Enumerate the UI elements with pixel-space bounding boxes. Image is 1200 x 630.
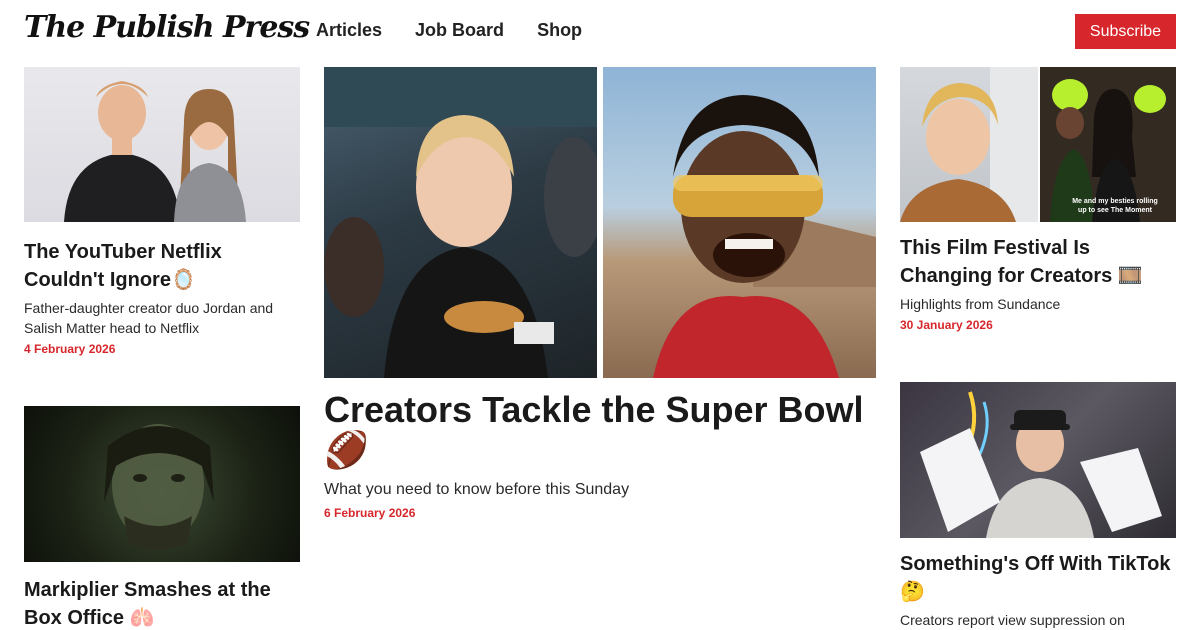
festival-image-caption: Me and my besties rolling up to see The … (1072, 198, 1158, 214)
article-title-markiplier[interactable]: Markiplier Smashes at the Box Office 🫁 (24, 576, 300, 630)
article-card-tiktok[interactable]: Something's Off With TikTok 🤔 Creators r… (900, 382, 1176, 630)
article-date-youtuber: 4 February 2026 (24, 342, 116, 356)
article-subtitle-youtuber: Father-daughter creator duo Jordan and S… (24, 300, 274, 336)
article-title-youtuber[interactable]: The YouTuber Netflix Couldn't Ignore🪞 (24, 238, 300, 294)
nav-shop[interactable]: Shop (537, 20, 582, 41)
article-card-youtuber[interactable]: The YouTuber Netflix Couldn't Ignore🪞 Fa… (24, 67, 300, 356)
article-card-superbowl[interactable]: Creators Tackle the Super Bowl 🏈 What yo… (324, 67, 876, 520)
article-card-festival[interactable]: Me and my besties rolling up to see The … (900, 67, 1176, 332)
site-logo[interactable]: The Publish Press (24, 10, 310, 45)
article-title-festival[interactable]: This Film Festival Is Changing for Creat… (900, 234, 1176, 290)
subscribe-button[interactable]: Subscribe (1075, 14, 1176, 49)
nav-job-board[interactable]: Job Board (415, 20, 504, 41)
article-subtitle-superbowl: What you need to know before this Sunday (324, 481, 630, 498)
article-card-markiplier[interactable]: Markiplier Smashes at the Box Office 🫁 (24, 406, 300, 630)
article-image-markiplier[interactable] (24, 406, 300, 562)
article-subtitle-festival: Highlights from Sundance (900, 296, 1061, 312)
nav-articles[interactable]: Articles (316, 20, 382, 41)
hero-images (324, 67, 876, 378)
article-subtitle-tiktok: Creators report view suppression on (900, 612, 1125, 628)
article-image-festival-left[interactable] (900, 67, 1038, 222)
article-image-tiktok[interactable] (900, 382, 1176, 538)
article-image-festival-right[interactable]: Me and my besties rolling up to see The … (1040, 67, 1176, 222)
site-header: The Publish Press Articles Job Board Sho… (0, 0, 1200, 64)
article-title-tiktok[interactable]: Something's Off With TikTok 🤔 (900, 550, 1176, 606)
article-date-festival: 30 January 2026 (900, 318, 993, 332)
article-image-youtuber[interactable] (24, 67, 300, 222)
article-title-superbowl[interactable]: Creators Tackle the Super Bowl 🏈 (324, 390, 876, 470)
article-image-superbowl-left[interactable] (324, 67, 597, 378)
article-date-superbowl: 6 February 2026 (324, 506, 416, 520)
festival-images: Me and my besties rolling up to see The … (900, 67, 1176, 222)
main-nav: Articles Job Board Shop (316, 20, 582, 41)
article-image-superbowl-right[interactable] (603, 67, 876, 378)
